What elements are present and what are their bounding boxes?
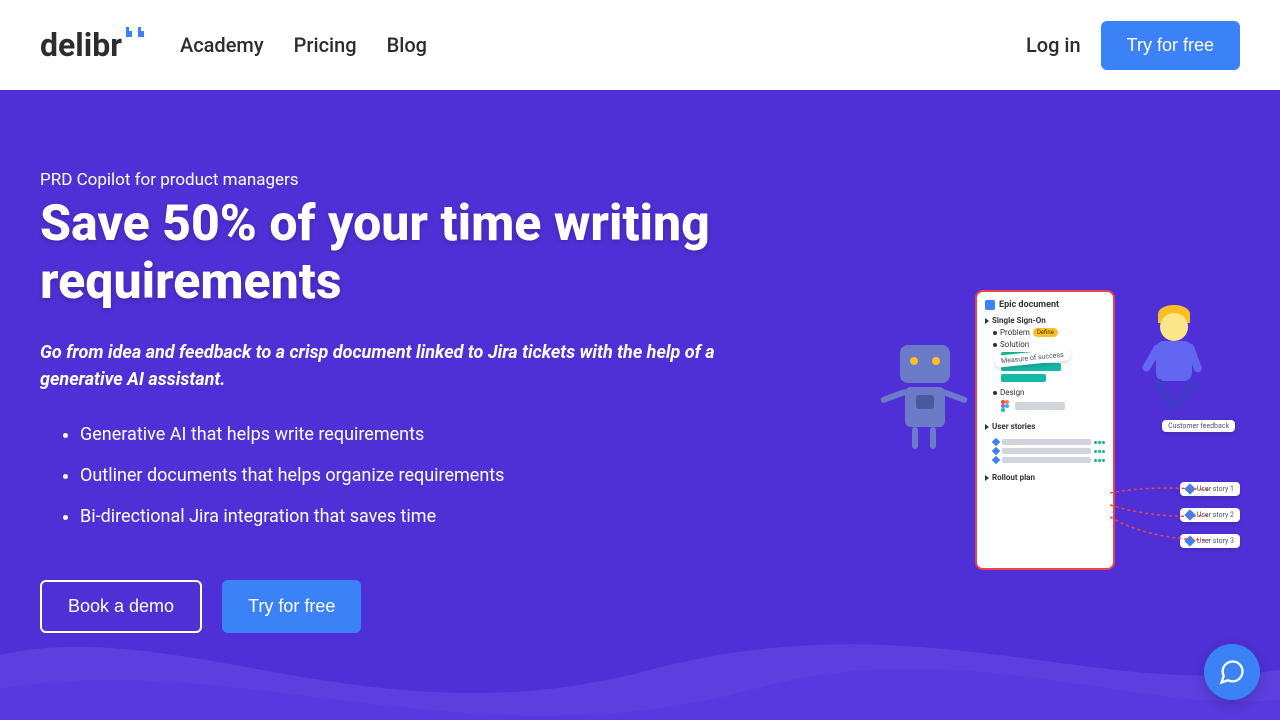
hero-content: PRD Copilot for product managers Save 50… [40,170,820,680]
person-illustration [1130,305,1220,425]
robot-illustration [880,345,965,455]
label-customer-feedback: Customer feedback [1162,420,1235,432]
doc-badge-define: Define [1033,328,1058,337]
doc-section-sso: Single Sign-On [992,316,1046,325]
hero-subtitle: Go from idea and feedback to a crisp doc… [40,339,780,393]
hero-section: PRD Copilot for product managers Save 50… [0,90,1280,720]
try-free-header-button[interactable]: Try for free [1101,21,1240,70]
hero-bullet: Outliner documents that helps organize r… [80,462,820,489]
logo[interactable]: delibr [40,26,150,64]
logo-quotes-icon [124,25,150,45]
logo-text: delibr [40,26,122,64]
nav-pricing[interactable]: Pricing [294,33,357,57]
doc-section-design: Design [1000,388,1024,397]
jira-diamond-icon [1184,535,1195,546]
hero-cta-group: Book a demo Try for free [40,580,820,633]
expand-icon [985,475,989,481]
jira-diamond-icon [1184,483,1195,494]
hero-bullet: Generative AI that helps write requireme… [80,421,820,448]
hero-feature-list: Generative AI that helps write requireme… [40,421,820,530]
doc-section-rollout: Rollout plan [992,473,1035,482]
hero-title: Save 50% of your time writing requiremen… [40,196,820,311]
doc-title: Epic document [999,300,1059,310]
expand-icon [985,424,989,430]
chat-widget-button[interactable] [1204,644,1260,700]
chat-icon [1218,658,1246,686]
story-chip: User story 3 [1180,534,1240,548]
doc-section-solution: Solution [1000,340,1029,349]
header-left: delibr Academy Pricing Blog [40,26,427,64]
story-chip: User story 1 [1180,482,1240,496]
doc-header-icon [985,300,995,310]
doc-section-problem: Problem [1000,328,1030,337]
illustration-document-card: Epic document Single Sign-On Problem Def… [975,290,1115,570]
doc-header: Epic document [985,300,1105,310]
figma-icon [1001,400,1009,412]
story-chip: User story 2 [1180,508,1240,522]
nav-academy[interactable]: Academy [180,33,264,57]
login-link[interactable]: Log in [1026,33,1081,57]
main-nav: Academy Pricing Blog [180,33,427,57]
site-header: delibr Academy Pricing Blog Log in Try f… [0,0,1280,90]
try-free-hero-button[interactable]: Try for free [222,580,361,633]
nav-blog[interactable]: Blog [387,33,427,57]
hero-illustration: Epic document Single Sign-On Problem Def… [880,290,1240,590]
hero-bullet: Bi-directional Jira integration that sav… [80,503,820,530]
expand-icon [985,318,989,324]
hero-eyebrow: PRD Copilot for product managers [40,170,820,190]
doc-section-user-stories: User stories [992,422,1035,431]
header-right: Log in Try for free [1026,21,1240,70]
jira-diamond-icon [1184,509,1195,520]
book-demo-button[interactable]: Book a demo [40,580,202,633]
